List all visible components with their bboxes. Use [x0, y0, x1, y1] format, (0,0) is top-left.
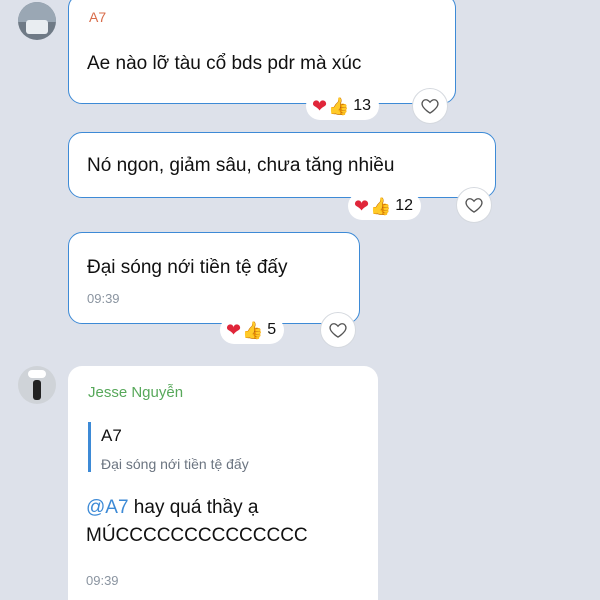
reply-quote[interactable]: A7 Đại sóng nới tiền tệ đấy — [88, 422, 328, 472]
message-text: Ae nào lỡ tàu cổ bds pdr mà xúc — [87, 53, 362, 74]
message-bubble[interactable]: Nó ngon, giảm sâu, chưa tăng nhiều — [68, 132, 496, 198]
reaction-count: 12 — [395, 197, 414, 214]
thumbs-up-reaction-icon: 👍 — [242, 320, 264, 340]
reaction-bar[interactable]: ❤ 👍 5 — [220, 316, 285, 344]
reply-text-line2: MÚCCCCCCCCCCCCCC — [86, 525, 308, 546]
quoted-sender: A7 — [101, 426, 122, 445]
heart-outline-icon — [421, 99, 439, 114]
message-text: Đại sóng nới tiền tệ đấy — [87, 257, 288, 278]
message-time: 09:39 — [86, 573, 119, 588]
message-bubble[interactable]: A7 Ae nào lỡ tàu cổ bds pdr mà xúc — [68, 0, 456, 104]
message-time: 09:39 — [87, 291, 120, 306]
reaction-bar[interactable]: ❤ 👍 12 — [348, 192, 422, 220]
thumbs-up-reaction-icon: 👍 — [370, 196, 392, 216]
message-text: @A7 hay quá thầy ạ MÚCCCCCCCCCCCCCC — [86, 494, 308, 550]
heart-reaction-icon: ❤ — [226, 320, 242, 340]
sender-name[interactable]: Jesse Nguyễn — [88, 384, 183, 401]
thumbs-up-reaction-icon: 👍 — [328, 96, 350, 116]
reply-text: hay quá thầy ạ — [128, 497, 259, 518]
message-text: Nó ngon, giảm sâu, chưa tăng nhiều — [87, 155, 395, 176]
avatar[interactable] — [18, 366, 56, 404]
like-button[interactable] — [456, 187, 492, 223]
sender-name[interactable]: A7 — [89, 9, 106, 25]
heart-outline-icon — [329, 323, 347, 338]
heart-reaction-icon: ❤ — [312, 96, 328, 116]
reaction-bar[interactable]: ❤ 👍 13 — [306, 92, 380, 120]
reaction-count: 5 — [267, 321, 277, 338]
quoted-text: Đại sóng nới tiền tệ đấy — [101, 456, 249, 472]
like-button[interactable] — [320, 312, 356, 348]
message-bubble[interactable]: Đại sóng nới tiền tệ đấy 09:39 — [68, 232, 360, 324]
heart-reaction-icon: ❤ — [354, 196, 370, 216]
reaction-count: 13 — [353, 97, 372, 114]
message-bubble[interactable]: Jesse Nguyễn A7 Đại sóng nới tiền tệ đấy… — [68, 366, 378, 600]
avatar[interactable] — [18, 2, 56, 40]
like-button[interactable] — [412, 88, 448, 124]
mention-link[interactable]: @A7 — [86, 497, 129, 518]
heart-outline-icon — [465, 198, 483, 213]
